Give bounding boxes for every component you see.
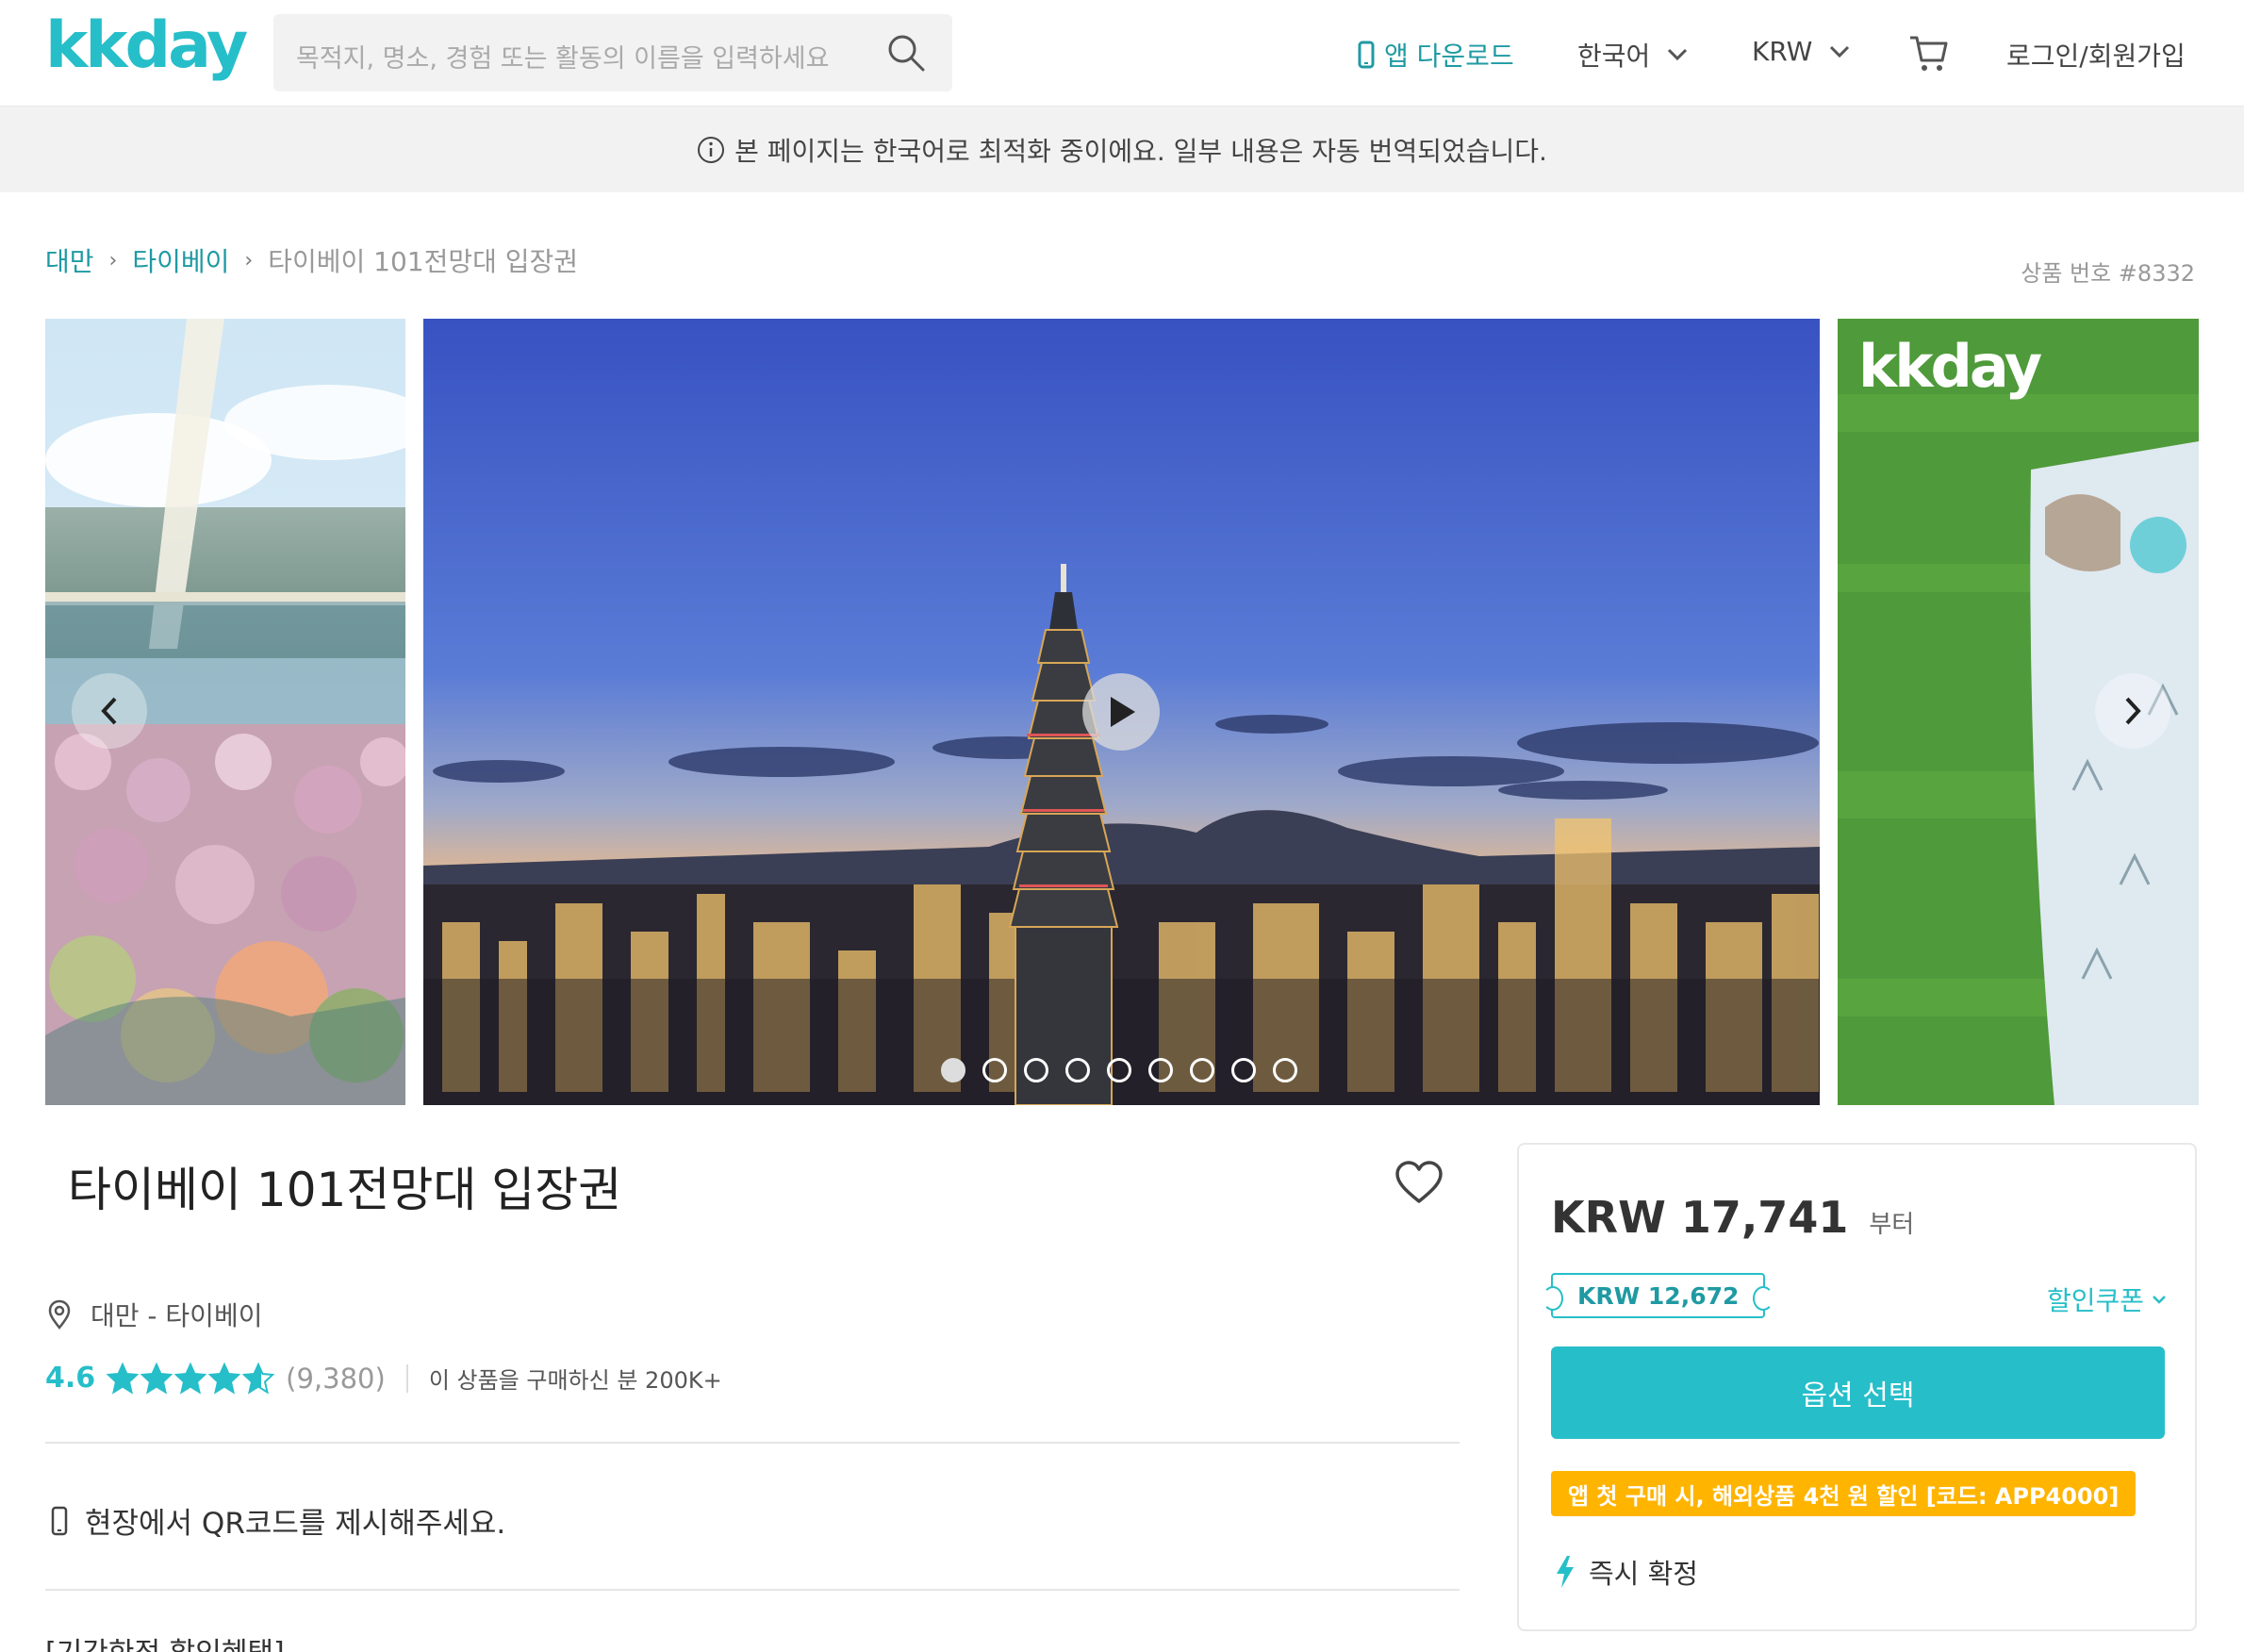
instant-confirmation: 즉시 확정 [1555,1552,1698,1592]
search-box[interactable]: 목적지, 명소, 경험 또는 활동의 이름을 입력하세요 [273,14,952,91]
search-icon[interactable] [886,33,926,73]
star-icon [107,1362,140,1395]
notice-text: 본 페이지는 한국어로 최적화 중이에요. 일부 내용은 자동 번역되었습니다. [734,135,1547,167]
rating-row: 4.6 (9,380) 이 상품을 구매하신 분 200K+ [45,1362,722,1395]
phone-icon [51,1506,68,1535]
buyers-count: 이 상품을 구매하신 분 200K+ [428,1367,722,1394]
price-block: KRW 17,741 부터 [1551,1192,1914,1243]
kkday-logo[interactable]: kkday [45,13,248,79]
qr-notice-text: 현장에서 QR코드를 제시해주세요. [85,1507,506,1541]
gallery-dot[interactable] [1190,1058,1214,1082]
gallery-dot[interactable] [982,1058,1007,1082]
breadcrumb: 대만 › 타이베이 › 타이베이 101전망대 입장권 [45,241,578,279]
chevron-down-icon [1830,45,1850,58]
chevron-right-icon: › [108,248,118,273]
gallery-dot[interactable] [1273,1058,1297,1082]
instant-label: 즉시 확정 [1589,1558,1698,1590]
divider [405,1363,408,1393]
picnic-mat-logo: kkday [1858,332,2042,401]
search-input[interactable]: 목적지, 명소, 경험 또는 활동의 이름을 입력하세요 [296,38,862,74]
product-number: 상품 번호 #8332 [2021,260,2195,287]
app-download-link[interactable]: 앱 다운로드 [1358,36,1514,74]
chevron-right-icon [2125,697,2141,725]
phone-icon [1358,41,1375,69]
location-label: 대만 - 타이베이 [91,1300,263,1331]
play-icon [1111,697,1135,727]
star-icon [174,1362,207,1395]
rating-stars [107,1362,275,1395]
language-label: 한국어 [1577,41,1651,72]
breadcrumb-taipei[interactable]: 타이베이 [132,241,229,279]
cart-icon[interactable] [1908,32,1950,74]
price-suffix: 부터 [1869,1211,1915,1239]
coupon-price-tag: KRW 12,672 [1542,1273,1774,1318]
language-selector[interactable]: 한국어 [1577,36,1688,74]
booking-panel: KRW 17,741 부터 KRW 12,672 할인쿠폰 옵션 선택 앱 첫 … [1517,1143,2197,1631]
coupon-dropdown[interactable]: 할인쿠폰 [2047,1280,2167,1318]
gallery-prev-button[interactable] [72,673,147,749]
star-icon [242,1362,275,1395]
review-count[interactable]: (9,380) [286,1363,386,1395]
gallery-dot[interactable] [1148,1058,1173,1082]
section-divider [45,1589,1460,1591]
rating-score: 4.6 [45,1362,96,1395]
lightning-icon [1557,1556,1574,1588]
header: kkday 목적지, 명소, 경험 또는 활동의 이름을 입력하세요 앱 다운로… [0,0,2244,107]
map-pin-icon [48,1299,71,1330]
chevron-right-icon: › [244,248,254,273]
star-icon [140,1362,173,1395]
coupon-link-label: 할인쿠폰 [2046,1285,2144,1316]
chevron-left-icon [101,697,117,725]
video-play-button[interactable] [1082,673,1160,751]
gallery-next-button[interactable] [2095,673,2170,749]
section-divider [45,1442,1460,1444]
translation-notice: 본 페이지는 한국어로 최적화 중이에요. 일부 내용은 자동 번역되었습니다. [0,107,2244,192]
app-promo-badge: 앱 첫 구매 시, 해외상품 4천 원 할인 [코드: APP4000] [1551,1471,2137,1516]
breadcrumb-current: 타이베이 101전망대 입장권 [268,246,579,277]
gallery-dot[interactable] [1024,1058,1048,1082]
info-icon [698,136,725,163]
star-icon [208,1362,241,1395]
product-location: 대만 - 타이베이 [47,1296,262,1333]
chevron-down-icon [2153,1296,2166,1304]
gallery-dot[interactable] [941,1058,965,1082]
app-download-label: 앱 다운로드 [1384,41,1514,72]
breadcrumb-taiwan[interactable]: 대만 [45,241,94,279]
image-gallery: kkday [0,319,2244,1105]
heart-icon[interactable] [1394,1158,1444,1209]
currency-selector[interactable]: KRW [1752,36,1850,67]
product-title: 타이베이 101전망대 입장권 [68,1163,622,1217]
gallery-dot[interactable] [1065,1058,1090,1082]
gallery-dot[interactable] [1231,1058,1256,1082]
select-option-button[interactable]: 옵션 선택 [1551,1346,2165,1439]
gallery-pagination [941,1058,1297,1082]
qr-notice: 현장에서 QR코드를 제시해주세요. [51,1499,505,1542]
promo-heading: [기간한정 할인혜택] [45,1629,285,1652]
currency-label: KRW [1752,36,1813,67]
gallery-dot[interactable] [1107,1058,1131,1082]
chevron-down-icon [1668,48,1688,61]
login-signup-link[interactable]: 로그인/회원가입 [2006,36,2186,74]
price-value: KRW 17,741 [1551,1192,1849,1243]
